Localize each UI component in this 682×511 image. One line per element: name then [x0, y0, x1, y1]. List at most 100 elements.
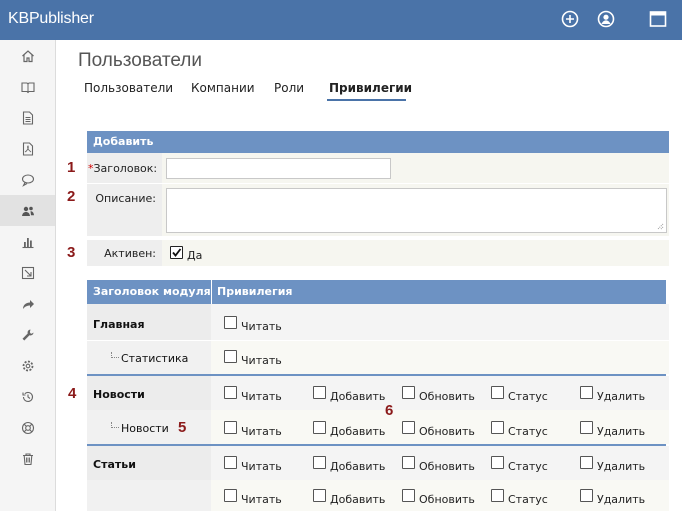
module-name: Статьи [93, 458, 136, 471]
active-checkbox[interactable] [170, 246, 183, 259]
trash-icon [22, 452, 33, 465]
privilege-checkbox[interactable] [224, 456, 237, 469]
tab-roles[interactable]: Роли [274, 81, 304, 95]
column-header-module: Заголовок модуля [93, 285, 211, 298]
module-name: Новости [121, 422, 169, 435]
history-icon [21, 391, 33, 402]
sidebar-item-import[interactable] [0, 257, 55, 288]
add-circle-icon[interactable] [561, 10, 579, 28]
resize-handle-icon[interactable] [656, 222, 664, 230]
column-header-privilege: Привилегия [217, 285, 293, 298]
sidebar-item-files[interactable] [0, 102, 55, 133]
privilege-label: Обновить [419, 460, 475, 473]
privilege-checkbox[interactable] [580, 489, 593, 502]
privilege-label: Добавить [330, 493, 386, 506]
privilege-label: Статус [508, 460, 548, 473]
privilege-label: Статус [508, 390, 548, 403]
privilege-checkbox[interactable] [313, 456, 326, 469]
active-tab-indicator [327, 99, 406, 101]
privilege-label: Удалить [597, 425, 646, 438]
help-lifebuoy-icon [21, 421, 34, 434]
title-label-text: Заголовок: [93, 162, 158, 175]
privilege-checkbox[interactable] [224, 386, 237, 399]
tab-privileges[interactable]: Привилегии [329, 81, 412, 95]
privilege-checkbox[interactable] [580, 456, 593, 469]
description-label: Описание: [95, 192, 156, 205]
sidebar-item-users[interactable] [0, 195, 55, 226]
privilege-label: Читать [241, 425, 282, 438]
top-bar: KBPublisher [0, 0, 682, 40]
wrench-icon [22, 329, 33, 340]
sidebar [0, 40, 56, 511]
sidebar-item-tools[interactable] [0, 319, 55, 350]
module-cell [87, 480, 211, 511]
privilege-checkbox[interactable] [224, 316, 237, 329]
sidebar-item-settings[interactable] [0, 350, 55, 381]
import-icon [21, 266, 34, 279]
privilege-checkbox[interactable] [580, 386, 593, 399]
privilege-label: Читать [241, 320, 282, 333]
sidebar-item-home[interactable] [0, 40, 55, 71]
title-label: *Заголовок: [88, 162, 158, 175]
privilege-checkbox[interactable] [224, 421, 237, 434]
module-name: Новости [93, 388, 145, 401]
active-option-label: Да [187, 249, 203, 262]
window-icon[interactable] [649, 10, 667, 28]
chart-icon [22, 237, 33, 248]
permissions-table-header: Заголовок модуля Привилегия [87, 280, 666, 304]
privilege-checkbox[interactable] [580, 421, 593, 434]
sidebar-item-trash[interactable] [0, 443, 55, 474]
privilege-label: Обновить [419, 493, 475, 506]
user-circle-icon[interactable] [597, 10, 615, 28]
privilege-checkbox[interactable] [402, 386, 415, 399]
share-icon [22, 299, 34, 309]
app-brand[interactable]: KBPublisher [8, 10, 94, 28]
privilege-checkbox[interactable] [491, 421, 504, 434]
tree-connector [111, 422, 119, 428]
privilege-checkbox[interactable] [491, 489, 504, 502]
tab-users[interactable]: Пользователи [84, 81, 173, 95]
privilege-label: Удалить [597, 493, 646, 506]
privilege-checkbox[interactable] [313, 421, 326, 434]
home-icon [21, 49, 34, 62]
annotation-5: 5 [178, 419, 187, 436]
document-icon [22, 110, 33, 125]
checkmark-icon [172, 248, 182, 257]
privilege-checkbox[interactable] [491, 456, 504, 469]
privilege-label: Обновить [419, 390, 475, 403]
privilege-label: Добавить [330, 390, 386, 403]
sidebar-item-pdf[interactable] [0, 133, 55, 164]
title-input[interactable] [166, 158, 391, 179]
tab-companies[interactable]: Компании [191, 81, 255, 95]
module-name: Главная [93, 318, 145, 331]
annotation-4: 4 [68, 385, 77, 402]
privilege-checkbox[interactable] [313, 386, 326, 399]
sidebar-item-history[interactable] [0, 381, 55, 412]
annotation-1: 1 [67, 159, 76, 176]
description-textarea[interactable] [166, 188, 667, 233]
privilege-label: Статус [508, 425, 548, 438]
book-icon [20, 81, 35, 93]
privilege-checkbox[interactable] [402, 489, 415, 502]
privilege-checkbox[interactable] [313, 489, 326, 502]
privilege-checkbox[interactable] [224, 489, 237, 502]
annotation-3: 3 [67, 244, 76, 261]
sidebar-item-comments[interactable] [0, 164, 55, 195]
privilege-label: Добавить [330, 460, 386, 473]
active-label: Активен: [104, 247, 156, 260]
privilege-checkbox[interactable] [402, 456, 415, 469]
privilege-checkbox[interactable] [491, 386, 504, 399]
privilege-label: Добавить [330, 425, 386, 438]
privilege-label: Читать [241, 354, 282, 367]
privilege-checkbox[interactable] [402, 421, 415, 434]
sidebar-item-reports[interactable] [0, 226, 55, 257]
sidebar-item-share[interactable] [0, 288, 55, 319]
module-name: Статистика [121, 352, 189, 365]
privilege-label: Читать [241, 460, 282, 473]
sidebar-item-knowledgebase[interactable] [0, 71, 55, 102]
sidebar-item-help[interactable] [0, 412, 55, 443]
page-title: Пользователи [78, 50, 203, 71]
pdf-icon [22, 141, 33, 156]
privilege-label: Обновить [419, 425, 475, 438]
privilege-checkbox[interactable] [224, 350, 237, 363]
